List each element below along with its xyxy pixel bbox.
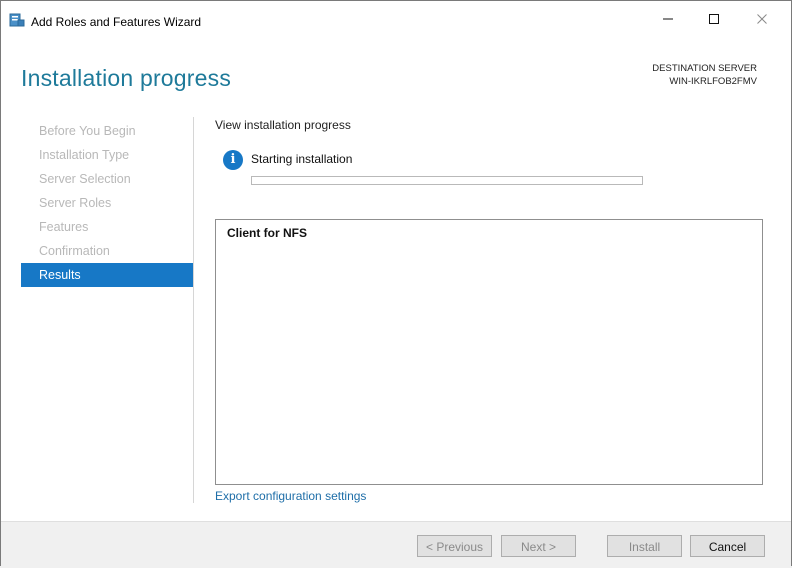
nav-item-installation-type: Installation Type <box>39 148 130 162</box>
progress-bar <box>251 176 643 185</box>
nav-item-results[interactable]: Results <box>21 263 193 287</box>
destination-server-label: DESTINATION SERVER <box>652 63 757 74</box>
export-configuration-link[interactable]: Export configuration settings <box>215 489 366 503</box>
nav-item-server-selection: Server Selection <box>39 172 131 186</box>
nav-item-server-roles: Server Roles <box>39 196 112 210</box>
section-title: View installation progress <box>215 118 351 132</box>
minimize-icon <box>663 18 673 20</box>
destination-server-name: WIN-IKRLFOB2FMV <box>669 76 757 87</box>
nav-item-features: Features <box>39 220 89 234</box>
results-list[interactable]: Client for NFS <box>215 219 763 485</box>
nav-item-before-you-begin: Before You Begin <box>39 124 136 138</box>
feature-item-client-for-nfs: Client for NFS <box>227 226 307 240</box>
page-title: Installation progress <box>21 65 232 91</box>
title-bar[interactable]: Add Roles and Features Wizard <box>1 1 791 37</box>
close-button[interactable] <box>739 1 785 37</box>
window-title: Add Roles and Features Wizard <box>31 15 202 29</box>
next-button[interactable]: Next > <box>501 535 576 557</box>
nav-divider <box>193 117 194 503</box>
wizard-nav: Before You Begin Installation Type Serve… <box>21 119 193 287</box>
maximize-icon <box>709 14 719 24</box>
cancel-button[interactable]: Cancel <box>690 535 765 557</box>
info-icon: i <box>223 150 243 170</box>
status-text: Starting installation <box>251 152 353 166</box>
nav-item-confirmation: Confirmation <box>39 244 110 258</box>
wizard-window: Add Roles and Features Wizard Installati… <box>0 0 792 568</box>
wizard-footer: < Previous Next > Install Cancel <box>1 521 791 567</box>
previous-button[interactable]: < Previous <box>417 535 492 557</box>
close-icon <box>757 14 767 24</box>
maximize-button[interactable] <box>691 1 737 37</box>
minimize-button[interactable] <box>645 1 691 37</box>
install-button[interactable]: Install <box>607 535 682 557</box>
wizard-header: Installation progress DESTINATION SERVER… <box>1 37 791 105</box>
server-manager-icon <box>9 13 25 27</box>
